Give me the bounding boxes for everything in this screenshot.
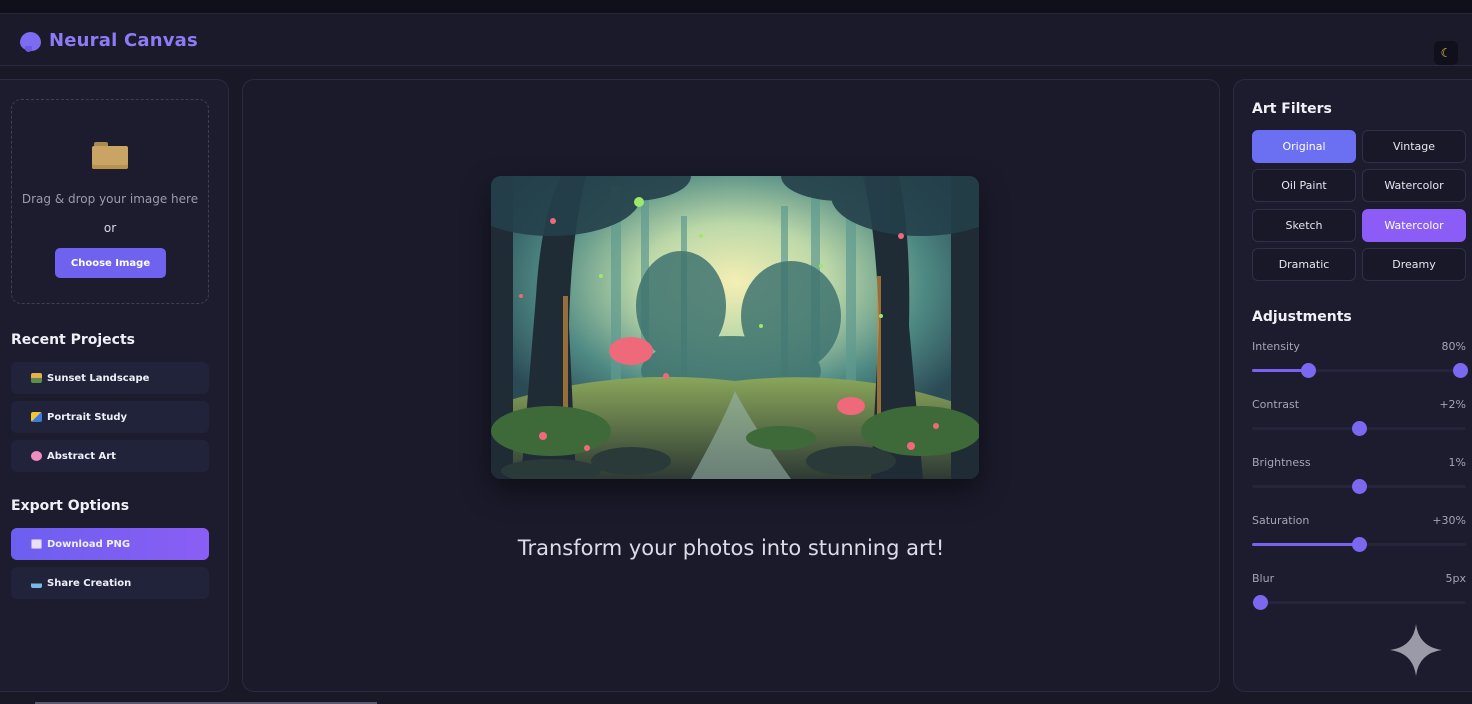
choose-image-button[interactable]: Choose Image	[55, 248, 166, 278]
intensity-slider[interactable]	[1252, 363, 1468, 378]
saturation-slider-fill	[1252, 543, 1359, 546]
intensity-slider-end-thumb[interactable]	[1453, 363, 1468, 378]
filter-oil-paint[interactable]: Oil Paint	[1252, 169, 1356, 202]
brightness-slider-thumb[interactable]	[1352, 479, 1367, 494]
recent-project-portrait-study[interactable]: Portrait Study	[11, 401, 209, 433]
blur-slider[interactable]	[1252, 595, 1466, 610]
saturation-slider[interactable]	[1252, 537, 1466, 552]
brightness-slider[interactable]	[1252, 479, 1466, 494]
intensity-slider-thumb[interactable]	[1301, 363, 1316, 378]
intensity-value: 80%	[1441, 340, 1466, 353]
recent-project-label: Sunset Landscape	[47, 372, 150, 384]
folder-icon	[92, 142, 128, 169]
window-top-bar	[0, 0, 1472, 14]
filter-vintage[interactable]: Vintage	[1362, 130, 1466, 163]
or-label: or	[103, 221, 117, 235]
theme-toggle-button[interactable]: ☾	[1434, 41, 1458, 65]
contrast-value: +2%	[1439, 398, 1466, 411]
flower-icon	[31, 451, 42, 461]
filter-sketch[interactable]: Sketch	[1252, 209, 1356, 242]
recent-project-label: Portrait Study	[47, 411, 128, 423]
blur-value: 5px	[1445, 572, 1467, 585]
filter-watercolor-1[interactable]: Watercolor	[1362, 169, 1466, 202]
download-png-button[interactable]: Download PNG	[11, 528, 209, 560]
art-filters-title: Art Filters	[1252, 101, 1332, 117]
canvas-area: Transform your photos into stunning art!	[242, 79, 1220, 692]
portrait-icon	[31, 412, 42, 422]
moon-icon: ☾	[1440, 46, 1452, 60]
recent-project-abstract-art[interactable]: Abstract Art	[11, 440, 209, 472]
image-dropzone[interactable]: Drag & drop your image here or Choose Im…	[11, 99, 209, 304]
forest-painting-svg	[491, 176, 979, 479]
left-sidebar: Drag & drop your image here or Choose Im…	[0, 79, 229, 692]
app-title: Neural Canvas	[49, 30, 198, 51]
recent-project-sunset-landscape[interactable]: Sunset Landscape	[11, 362, 209, 394]
filter-watercolor-2[interactable]: Watercolor	[1362, 209, 1466, 242]
sparkle-icon	[1390, 624, 1442, 676]
landscape-icon	[31, 373, 42, 383]
contrast-label: Contrast	[1252, 398, 1300, 411]
filter-dramatic[interactable]: Dramatic	[1252, 248, 1356, 281]
blur-label: Blur	[1252, 572, 1275, 585]
brightness-value: 1%	[1448, 456, 1466, 469]
tagline: Transform your photos into stunning art!	[517, 536, 945, 560]
brightness-label: Brightness	[1252, 456, 1311, 469]
saturation-slider-thumb[interactable]	[1352, 537, 1367, 552]
export-label: Download PNG	[47, 538, 131, 550]
drop-instructions: Drag & drop your image here	[21, 192, 199, 206]
share-creation-button[interactable]: Share Creation	[11, 567, 209, 599]
brain-logo-icon	[20, 32, 41, 52]
right-sidebar: Art Filters Original Vintage Oil Paint W…	[1233, 79, 1472, 692]
forest-painting-image	[491, 176, 979, 479]
blur-slider-thumb[interactable]	[1253, 595, 1268, 610]
contrast-slider-thumb[interactable]	[1352, 421, 1367, 436]
saturation-value: +30%	[1432, 514, 1466, 527]
recent-projects-title: Recent Projects	[11, 332, 136, 348]
filter-original[interactable]: Original	[1252, 130, 1356, 163]
intensity-slider-fill	[1252, 369, 1308, 372]
intensity-label: Intensity	[1252, 340, 1300, 353]
filter-dreamy[interactable]: Dreamy	[1362, 248, 1466, 281]
contrast-slider[interactable]	[1252, 421, 1466, 436]
saturation-label: Saturation	[1252, 514, 1310, 527]
export-label: Share Creation	[47, 577, 132, 589]
recent-project-label: Abstract Art	[47, 450, 116, 462]
download-icon	[31, 539, 42, 549]
export-options-title: Export Options	[11, 498, 130, 514]
app-header: Neural Canvas ☾	[0, 14, 1472, 66]
adjustments-title: Adjustments	[1252, 309, 1352, 325]
share-icon	[31, 578, 42, 588]
